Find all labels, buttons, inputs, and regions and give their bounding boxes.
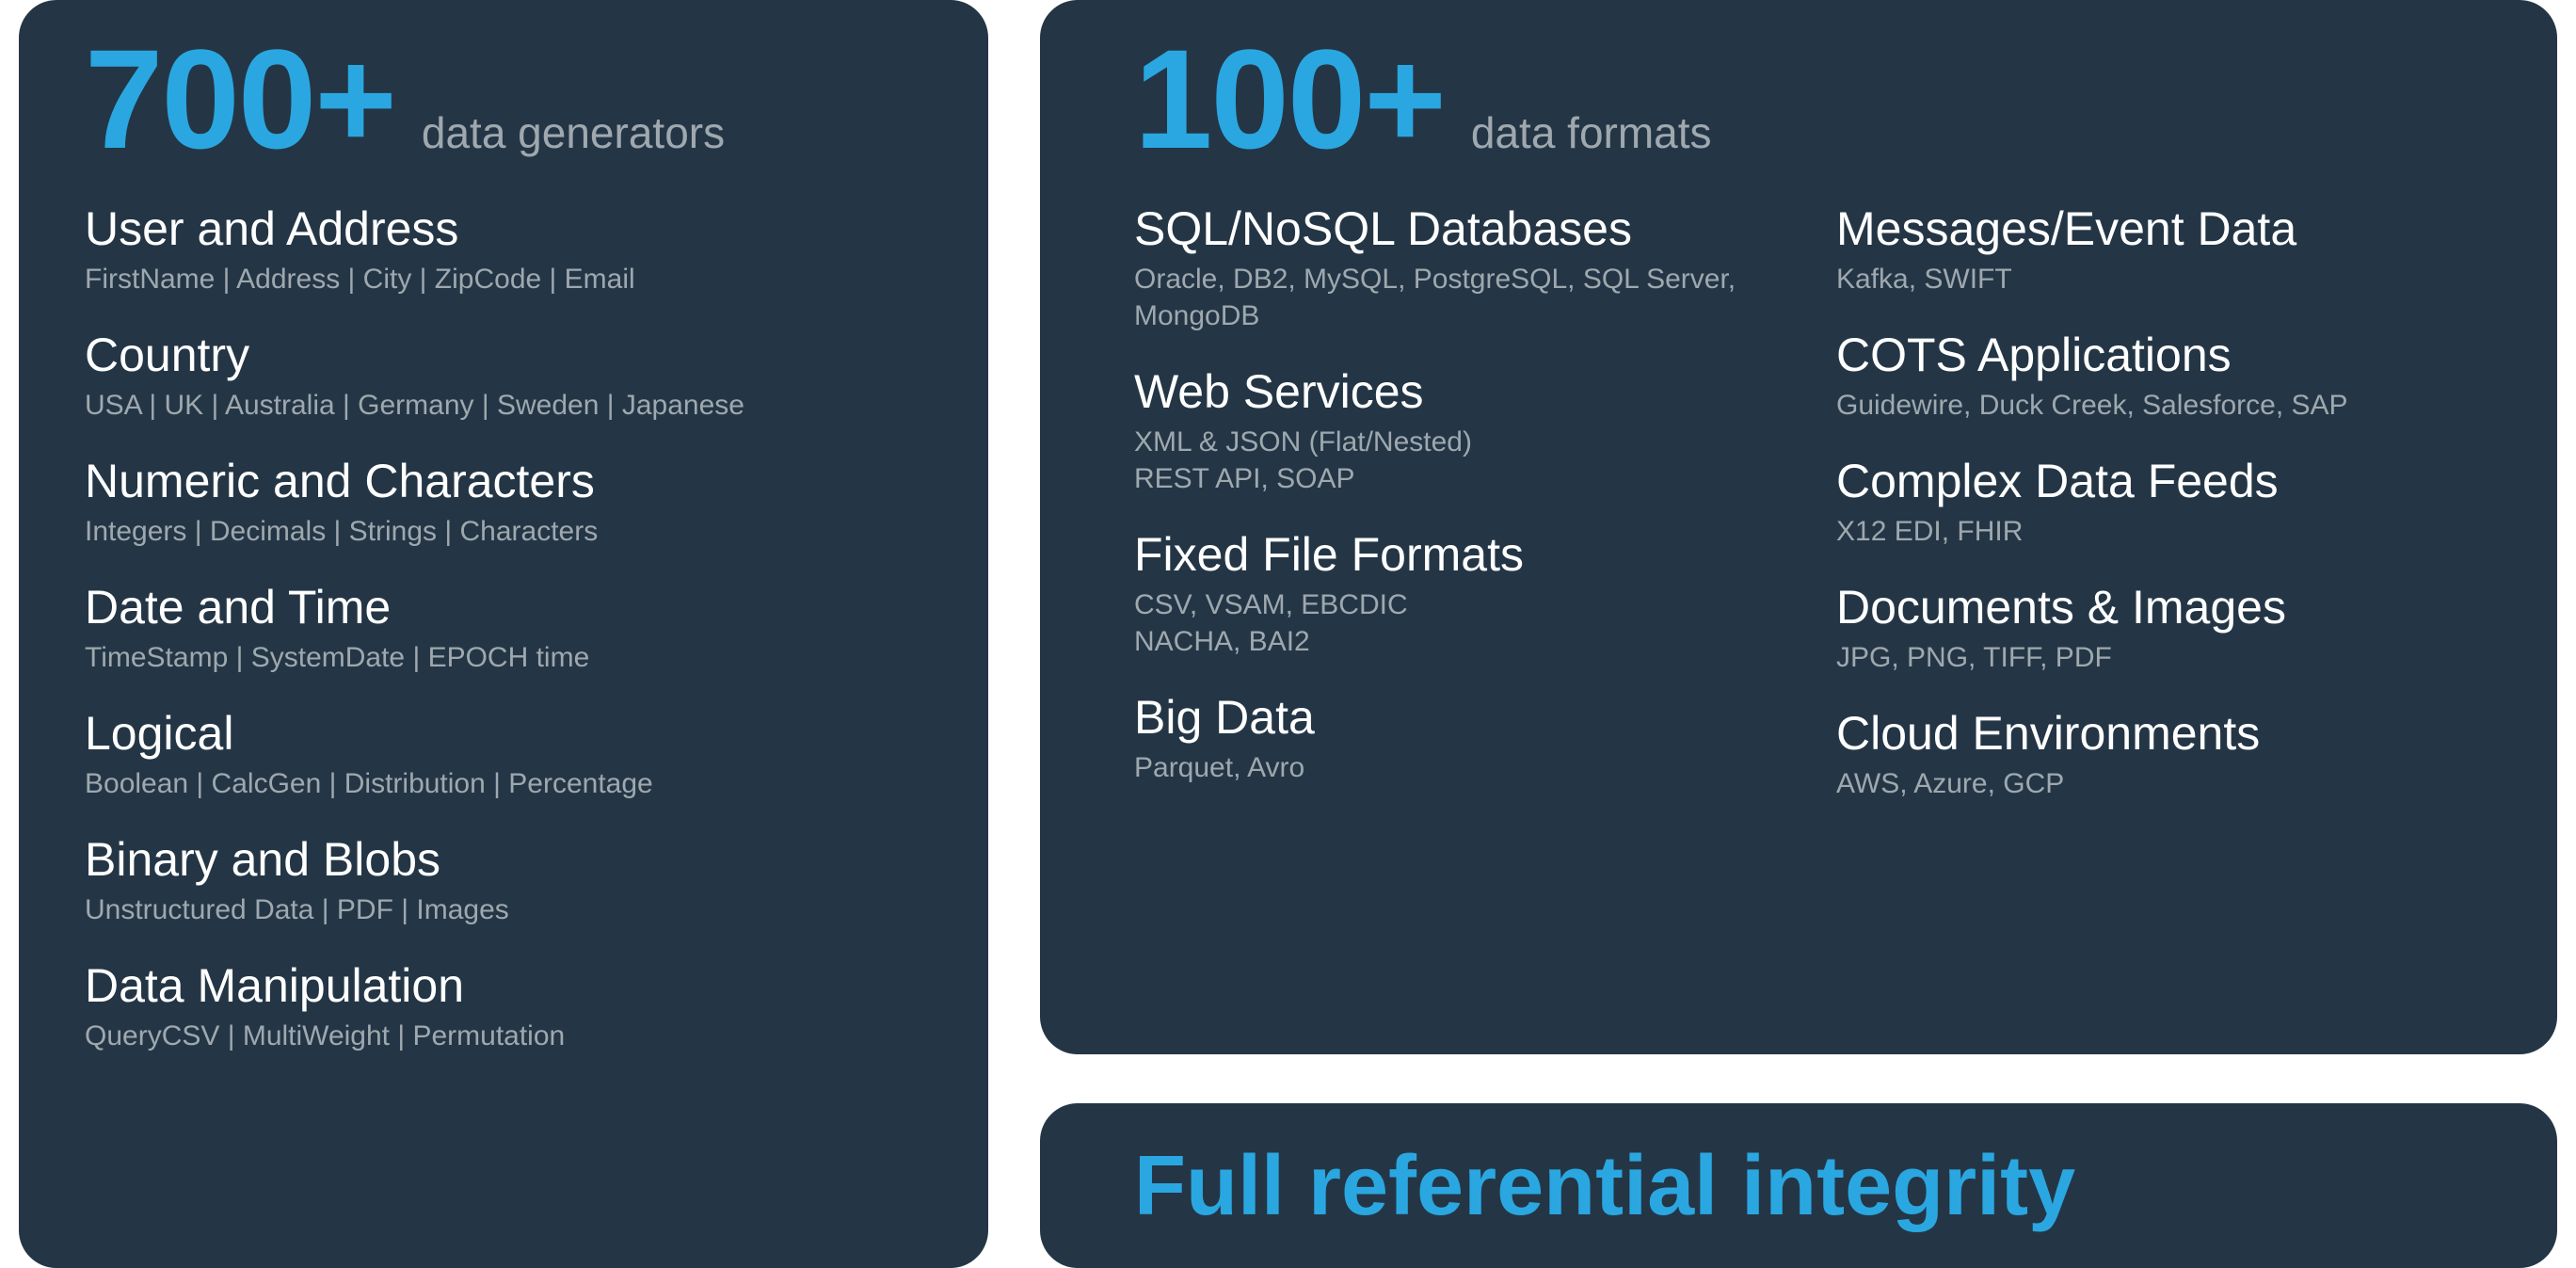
category-user-address: User and Address FirstName | Address | C… [85,203,922,297]
hero-label-generators: data generators [422,107,725,158]
category-title: Date and Time [85,582,922,634]
category-sub: Kafka, SWIFT [1836,261,2482,297]
category-binary-blobs: Binary and Blobs Unstructured Data | PDF… [85,834,922,928]
category-cots-applications: COTS Applications Guidewire, Duck Creek,… [1836,329,2482,424]
panel-data-formats: 100+ data formats SQL/NoSQL Databases Or… [1040,0,2557,1054]
category-logical: Logical Boolean | CalcGen | Distribution… [85,708,922,802]
formats-column-2: Messages/Event Data Kafka, SWIFT COTS Ap… [1836,203,2482,834]
category-messages-event: Messages/Event Data Kafka, SWIFT [1836,203,2482,297]
category-date-time: Date and Time TimeStamp | SystemDate | E… [85,582,922,676]
category-numeric-characters: Numeric and Characters Integers | Decima… [85,456,922,550]
category-sub: Parquet, Avro [1134,749,1780,786]
hero-label-formats: data formats [1471,107,1712,158]
category-sub: Guidewire, Duck Creek, Salesforce, SAP [1836,387,2482,424]
formats-columns: SQL/NoSQL Databases Oracle, DB2, MySQL, … [1134,203,2482,834]
category-fixed-file: Fixed File Formats CSV, VSAM, EBCDICNACH… [1134,529,1780,660]
hero-number-generators: 700+ [85,28,395,169]
category-data-manipulation: Data Manipulation QueryCSV | MultiWeight… [85,960,922,1054]
category-sub: Oracle, DB2, MySQL, PostgreSQL, SQL Serv… [1134,261,1780,334]
category-title: User and Address [85,203,922,255]
category-title: SQL/NoSQL Databases [1134,203,1780,255]
category-title: Binary and Blobs [85,834,922,886]
category-sub: TimeStamp | SystemDate | EPOCH time [85,639,922,676]
category-cloud-environments: Cloud Environments AWS, Azure, GCP [1836,708,2482,802]
category-title: Complex Data Feeds [1836,456,2482,507]
category-title: Fixed File Formats [1134,529,1780,581]
category-sub: JPG, PNG, TIFF, PDF [1836,639,2482,676]
category-sub: AWS, Azure, GCP [1836,765,2482,802]
hero-number-formats: 100+ [1134,28,1445,169]
hero-generators: 700+ data generators [85,28,922,169]
category-web-services: Web Services XML & JSON (Flat/Nested)RES… [1134,366,1780,497]
category-sub: CSV, VSAM, EBCDICNACHA, BAI2 [1134,586,1780,660]
category-title: Messages/Event Data [1836,203,2482,255]
category-title: Country [85,329,922,381]
formats-column-1: SQL/NoSQL Databases Oracle, DB2, MySQL, … [1134,203,1780,834]
category-sub: FirstName | Address | City | ZipCode | E… [85,261,922,297]
category-sql-nosql: SQL/NoSQL Databases Oracle, DB2, MySQL, … [1134,203,1780,334]
category-title: COTS Applications [1836,329,2482,381]
panel-data-generators: 700+ data generators User and Address Fi… [19,0,988,1268]
category-title: Cloud Environments [1836,708,2482,760]
category-title: Numeric and Characters [85,456,922,507]
category-sub: QueryCSV | MultiWeight | Permutation [85,1018,922,1054]
category-sub: X12 EDI, FHIR [1836,513,2482,550]
category-big-data: Big Data Parquet, Avro [1134,692,1780,786]
category-complex-feeds: Complex Data Feeds X12 EDI, FHIR [1836,456,2482,550]
category-title: Documents & Images [1836,582,2482,634]
category-sub: Unstructured Data | PDF | Images [85,891,922,928]
category-title: Data Manipulation [85,960,922,1012]
category-sub: XML & JSON (Flat/Nested)REST API, SOAP [1134,424,1780,497]
category-documents-images: Documents & Images JPG, PNG, TIFF, PDF [1836,582,2482,676]
category-country: Country USA | UK | Australia | Germany |… [85,329,922,424]
panel-referential-integrity: Full referential integrity [1040,1103,2557,1268]
category-sub: Boolean | CalcGen | Distribution | Perce… [85,765,922,802]
banner-text: Full referential integrity [1134,1144,2075,1228]
category-title: Logical [85,708,922,760]
category-title: Web Services [1134,366,1780,418]
hero-formats: 100+ data formats [1134,28,2482,169]
category-sub: Integers | Decimals | Strings | Characte… [85,513,922,550]
category-title: Big Data [1134,692,1780,744]
category-sub: USA | UK | Australia | Germany | Sweden … [85,387,922,424]
